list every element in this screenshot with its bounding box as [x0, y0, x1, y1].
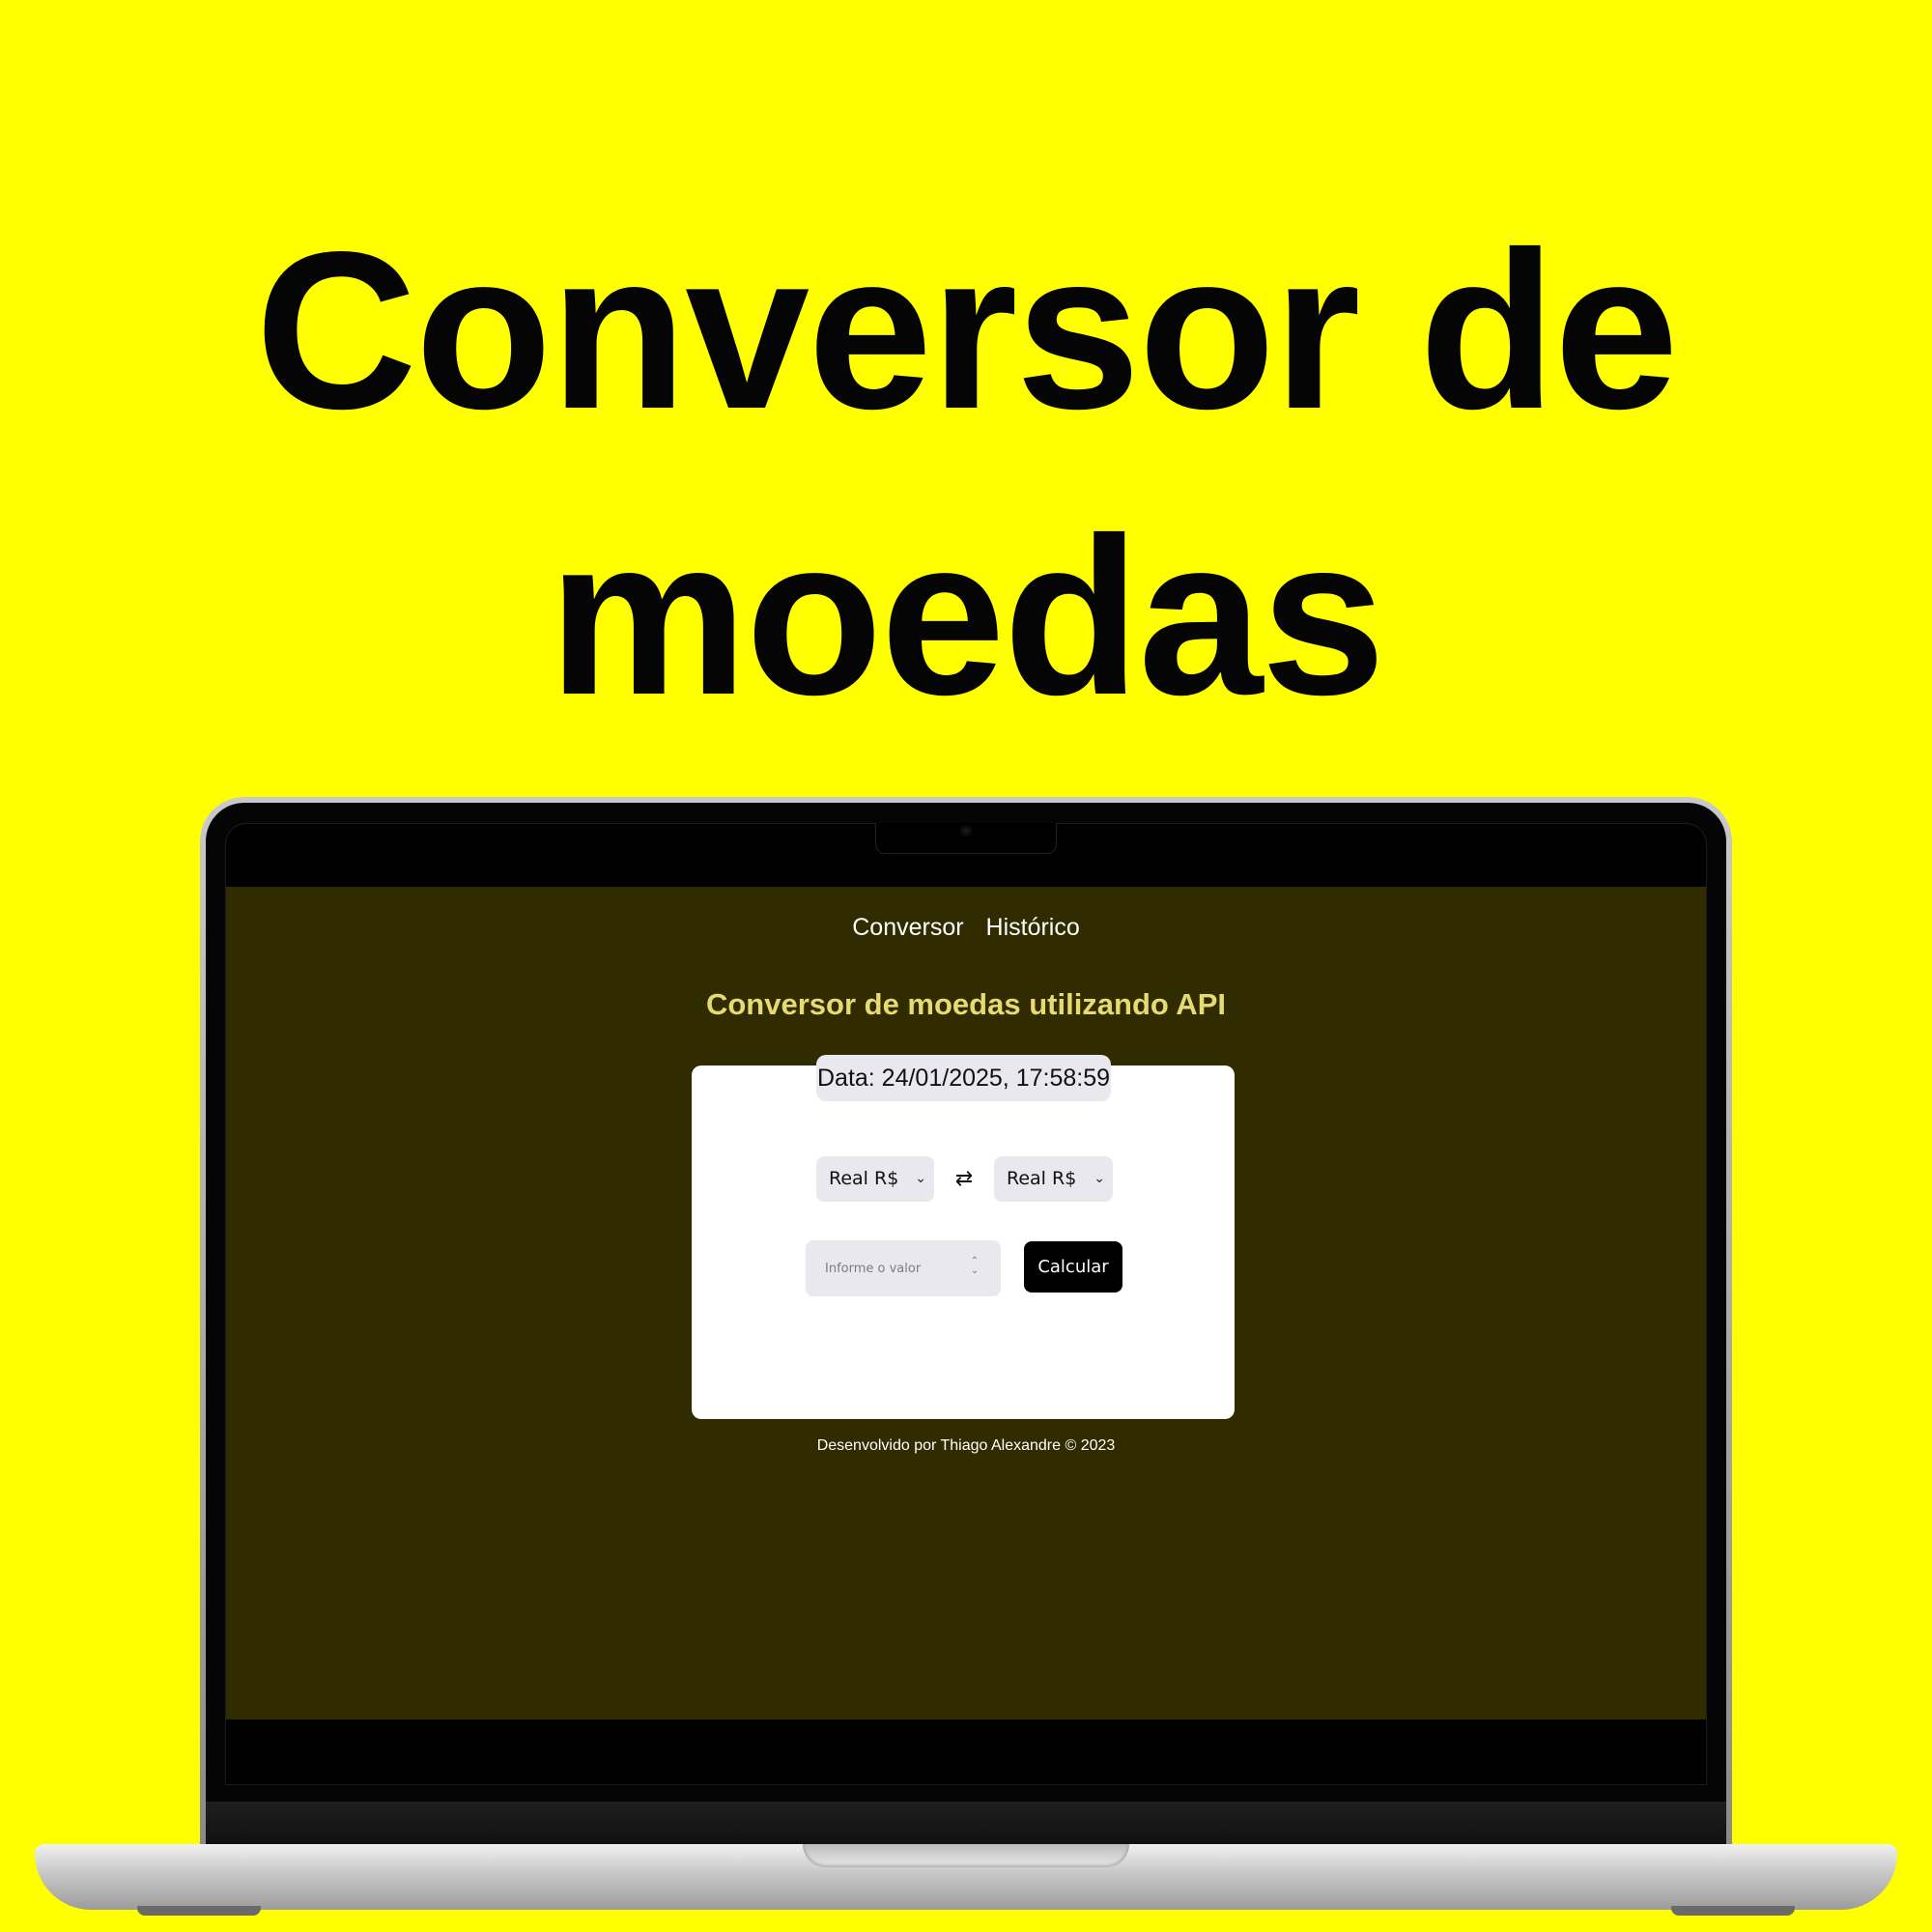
date-display: Data: 24/01/2025, 17:58:59: [816, 1055, 1111, 1101]
laptop-chin: [206, 1802, 1726, 1850]
page-heading: Conversor de moedas utilizando API: [705, 987, 1226, 1021]
nav-link-historico[interactable]: Histórico: [986, 914, 1080, 941]
from-currency-select[interactable]: Real R$ ⌄: [816, 1156, 934, 1202]
hero-title: Conversor de moedas: [0, 188, 1932, 760]
laptop-base-groove: [803, 1844, 1129, 1867]
app-viewport: Conversor Histórico Conversor de moedas …: [226, 887, 1706, 1719]
laptop-foot-right: [1671, 1906, 1795, 1916]
calculate-button[interactable]: Calcular: [1024, 1241, 1122, 1293]
up-down-stepper-icon[interactable]: ⌃ ⌄: [968, 1257, 981, 1278]
swap-arrows-icon[interactable]: ⇄: [952, 1164, 976, 1193]
laptop-foot-left: [137, 1906, 261, 1916]
footer-credit: Desenvolvido por Thiago Alexandre © 2023: [816, 1437, 1116, 1454]
to-currency-value: Real R$: [1007, 1168, 1077, 1189]
camera-icon: [960, 825, 972, 837]
chevron-down-icon: ⌄: [1094, 1171, 1105, 1186]
chevron-down-icon: ⌄: [915, 1171, 926, 1186]
top-nav: Conversor Histórico: [226, 914, 1706, 942]
from-currency-value: Real R$: [829, 1168, 899, 1189]
hero-title-line-2: moedas: [548, 492, 1386, 742]
nav-link-conversor[interactable]: Conversor: [852, 914, 963, 941]
to-currency-select[interactable]: Real R$ ⌄: [994, 1156, 1113, 1202]
hero-title-line-1: Conversor de: [255, 206, 1679, 456]
